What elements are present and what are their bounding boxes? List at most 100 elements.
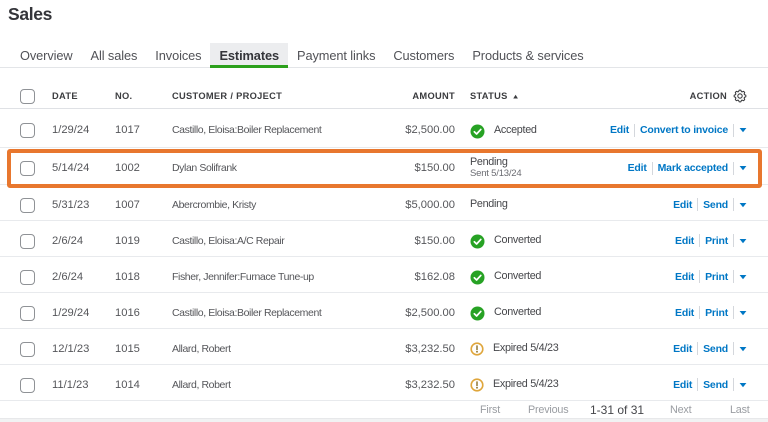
cell-amount: $3,232.50 bbox=[405, 378, 455, 391]
action-divider bbox=[733, 198, 734, 211]
cell-action: Edit Print bbox=[675, 257, 747, 292]
cell-amount: $150.00 bbox=[414, 162, 455, 174]
cell-date: 12/1/23 bbox=[52, 342, 90, 355]
estimate-row-1016[interactable]: 1/29/24 1016 Castillo, Eloisa:Boiler Repla… bbox=[0, 293, 768, 329]
column-header-status[interactable]: STATUS ▲ bbox=[470, 84, 620, 108]
pagination-last[interactable]: Last bbox=[730, 402, 750, 418]
pagination-first[interactable]: First bbox=[480, 402, 500, 418]
cell-status: Converted bbox=[470, 257, 620, 292]
tab-customers[interactable]: Customers bbox=[384, 43, 463, 67]
action-dropdown-caret[interactable] bbox=[739, 127, 747, 133]
cell-date: 11/1/23 bbox=[52, 378, 89, 391]
action-divider bbox=[733, 378, 734, 391]
tab-estimates[interactable]: Estimates bbox=[210, 43, 289, 68]
card-bottom-edge bbox=[0, 418, 768, 422]
edit-link[interactable]: Edit bbox=[675, 235, 694, 247]
status-label: Pending bbox=[470, 155, 508, 168]
cell-action: Edit Send bbox=[673, 329, 747, 364]
page-title: Sales bbox=[8, 4, 52, 24]
row-checkbox[interactable] bbox=[20, 197, 35, 213]
action-dropdown-caret[interactable] bbox=[739, 346, 747, 352]
action-dropdown-caret[interactable] bbox=[739, 382, 747, 388]
cell-no: 1002 bbox=[115, 162, 140, 174]
row-checkbox[interactable] bbox=[20, 123, 35, 138]
cell-date: 1/29/24 bbox=[52, 124, 90, 136]
primary-action-link[interactable]: Send bbox=[703, 199, 728, 211]
cell-no: 1016 bbox=[115, 306, 140, 319]
tab-overview[interactable]: Overview bbox=[11, 43, 82, 67]
status-check-icon bbox=[470, 304, 485, 321]
primary-action-link[interactable]: Send bbox=[703, 379, 728, 391]
row-checkbox[interactable] bbox=[20, 305, 35, 321]
edit-link[interactable]: Edit bbox=[673, 343, 692, 355]
cell-date: 2/6/24 bbox=[52, 270, 84, 283]
row-checkbox[interactable] bbox=[20, 233, 35, 249]
tab-payment-links[interactable]: Payment links bbox=[288, 43, 384, 67]
cell-amount: $2,500.00 bbox=[405, 306, 455, 319]
status-check-icon bbox=[470, 232, 485, 249]
primary-action-link[interactable]: Print bbox=[705, 235, 728, 247]
tab-products-services[interactable]: Products & services bbox=[463, 43, 592, 67]
estimate-row-1014[interactable]: 11/1/23 1014 Allard, Robert $3,232.50 Expire… bbox=[0, 365, 768, 401]
estimate-row-1007[interactable]: 5/31/23 1007 Abercrombie, Kristy $5,000.00 P… bbox=[0, 185, 768, 221]
action-divider bbox=[699, 234, 701, 247]
edit-link[interactable]: Edit bbox=[675, 307, 694, 319]
column-header-no[interactable]: NO. bbox=[115, 84, 165, 108]
status-label: Pending bbox=[470, 198, 508, 211]
primary-action-link[interactable]: Print bbox=[705, 271, 728, 283]
row-checkbox[interactable] bbox=[20, 377, 35, 393]
primary-action-link[interactable]: Send bbox=[703, 343, 728, 355]
column-header-date[interactable]: DATE bbox=[52, 84, 112, 108]
primary-action-link[interactable]: Convert to invoice bbox=[640, 124, 728, 136]
pagination: First Previous 1-31 of 31 Next Last bbox=[0, 402, 768, 418]
cell-no: 1015 bbox=[115, 342, 140, 355]
cell-amount: $2,500.00 bbox=[405, 124, 455, 136]
estimate-row-1018[interactable]: 2/6/24 1018 Fisher, Jennifer:Furnace Tune-… bbox=[0, 257, 768, 293]
tab-all-sales[interactable]: All sales bbox=[82, 43, 147, 67]
pagination-previous[interactable]: Previous bbox=[528, 402, 569, 418]
estimate-row-1002[interactable]: 5/14/24 1002 Dylan Solifrank $150.00 Pending… bbox=[0, 148, 768, 188]
estimate-row-1019[interactable]: 2/6/24 1019 Castillo, Eloisa:A/C Repair $15… bbox=[0, 221, 768, 257]
action-dropdown-caret[interactable] bbox=[739, 310, 747, 316]
edit-link[interactable]: Edit bbox=[673, 379, 692, 391]
tab-invoices[interactable]: Invoices bbox=[146, 43, 210, 67]
row-checkbox[interactable] bbox=[20, 161, 35, 176]
primary-action-link[interactable]: Mark accepted bbox=[658, 162, 729, 174]
action-dropdown-caret[interactable] bbox=[739, 202, 747, 208]
action-dropdown-caret[interactable] bbox=[739, 274, 747, 280]
cell-amount: $162.08 bbox=[414, 270, 455, 283]
cell-date: 5/31/23 bbox=[52, 198, 90, 211]
status-label: Converted bbox=[494, 270, 542, 283]
row-checkbox[interactable] bbox=[20, 341, 35, 357]
cell-action: Edit Send bbox=[673, 365, 747, 400]
action-divider bbox=[697, 198, 699, 211]
action-divider bbox=[697, 342, 699, 355]
cell-status: Expired 5/4/23 bbox=[470, 329, 620, 364]
primary-action-link[interactable]: Print bbox=[705, 307, 728, 319]
select-all-checkbox[interactable] bbox=[20, 88, 35, 104]
action-dropdown-caret[interactable] bbox=[739, 238, 747, 244]
action-divider bbox=[733, 342, 734, 355]
cell-no: 1007 bbox=[115, 198, 140, 211]
action-dropdown-caret[interactable] bbox=[739, 165, 747, 171]
cell-no: 1018 bbox=[115, 270, 140, 283]
edit-link[interactable]: Edit bbox=[610, 124, 629, 136]
column-header-amount[interactable]: AMOUNT bbox=[355, 84, 455, 108]
status-check-icon bbox=[470, 122, 485, 139]
sales-tabs: Overview All sales Invoices Estimates Paymen… bbox=[0, 43, 768, 68]
row-checkbox[interactable] bbox=[20, 269, 35, 285]
edit-link[interactable]: Edit bbox=[675, 271, 694, 283]
edit-link[interactable]: Edit bbox=[628, 162, 647, 174]
cell-amount: $150.00 bbox=[414, 234, 455, 247]
gear-icon[interactable] bbox=[733, 89, 747, 103]
estimate-row-1015[interactable]: 12/1/23 1015 Allard, Robert $3,232.50 Expire… bbox=[0, 329, 768, 365]
status-label: Accepted bbox=[494, 123, 537, 136]
edit-link[interactable]: Edit bbox=[673, 199, 692, 211]
cell-date: 1/29/24 bbox=[52, 306, 90, 319]
cell-date: 5/14/24 bbox=[52, 162, 90, 174]
status-label: Expired 5/4/23 bbox=[493, 342, 559, 355]
pagination-next[interactable]: Next bbox=[670, 402, 692, 418]
status-label: Converted bbox=[494, 306, 542, 319]
cell-no: 1019 bbox=[115, 234, 140, 247]
estimate-row-1017[interactable]: 1/29/24 1017 Castillo, Eloisa:Boiler Repla… bbox=[0, 109, 768, 148]
